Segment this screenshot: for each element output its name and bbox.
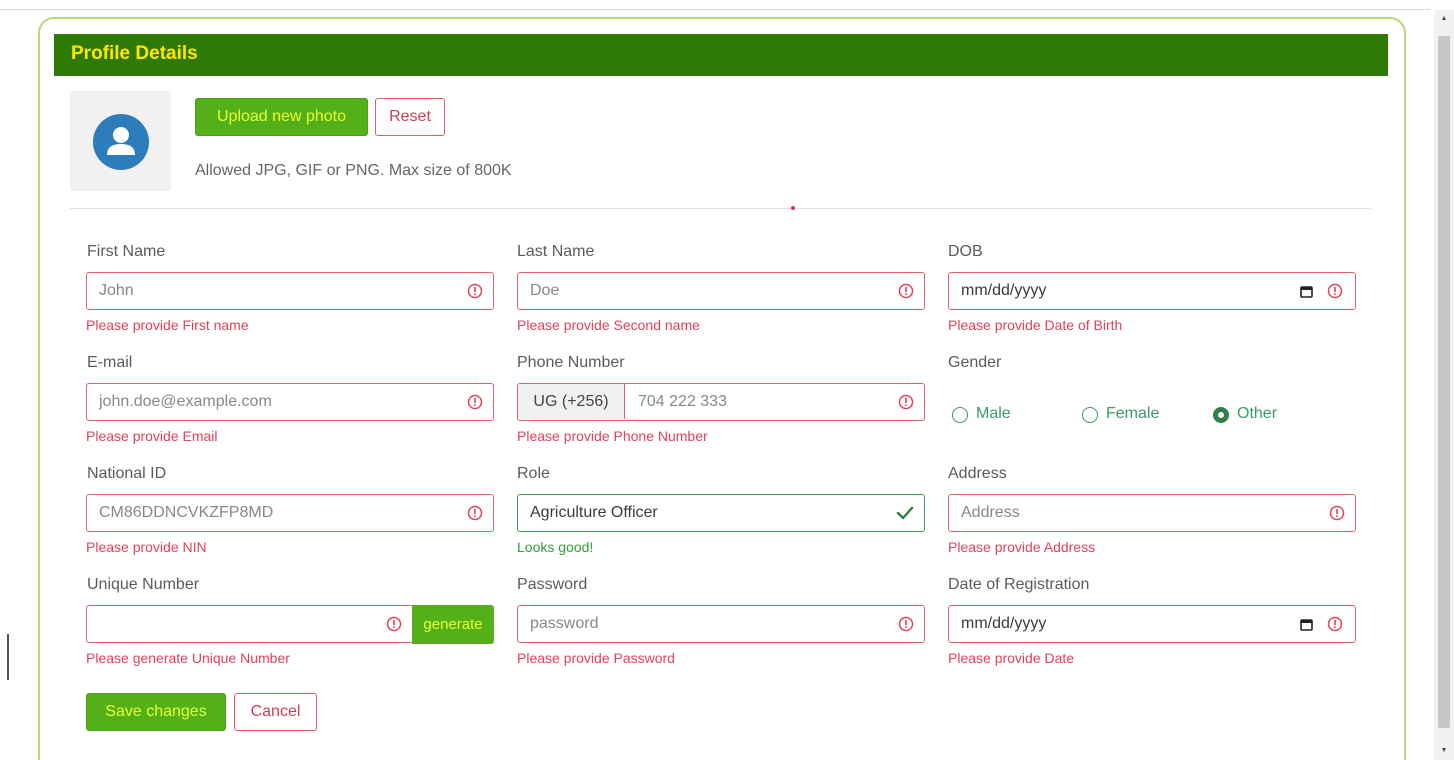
role-value: Agriculture Officer — [530, 504, 658, 521]
section-divider — [70, 208, 1371, 209]
last-name-error: Please provide Second name — [517, 317, 700, 333]
address-label: Address — [948, 465, 1007, 482]
error-icon — [1329, 505, 1345, 521]
first-name-label: First Name — [87, 243, 166, 260]
unique-number-error: Please generate Unique Number — [86, 650, 290, 666]
error-icon — [1327, 616, 1343, 632]
text-cursor-mark — [7, 634, 9, 680]
error-icon — [386, 616, 402, 632]
last-name-value: Doe — [530, 282, 560, 299]
last-name-field[interactable]: Doe — [517, 272, 925, 310]
password-field[interactable]: password — [517, 605, 925, 643]
password-placeholder: password — [530, 615, 599, 632]
scroll-down-icon[interactable]: ▼ — [1434, 742, 1454, 760]
phone-label: Phone Number — [517, 354, 625, 371]
vertical-scrollbar[interactable]: ▲ ▼ — [1434, 10, 1454, 760]
gender-female-label: Female — [1106, 405, 1160, 422]
role-label: Role — [517, 465, 550, 482]
scroll-thumb[interactable] — [1438, 36, 1450, 728]
password-error: Please provide Password — [517, 650, 675, 666]
generate-button[interactable]: generate — [412, 605, 494, 644]
cancel-button[interactable]: Cancel — [234, 693, 317, 731]
email-error: Please provide Email — [86, 428, 218, 444]
red-dot — [791, 206, 795, 210]
user-icon — [93, 114, 149, 170]
error-icon — [1327, 283, 1343, 299]
save-changes-button[interactable]: Save changes — [86, 693, 226, 731]
email-label: E-mail — [87, 354, 133, 371]
last-name-label: Last Name — [517, 243, 595, 260]
error-icon — [898, 283, 914, 299]
address-error: Please provide Address — [948, 539, 1096, 555]
phone-country-prefix: UG (+256) — [518, 384, 625, 419]
first-name-error: Please provide First name — [86, 317, 249, 333]
radio-female[interactable] — [1082, 407, 1098, 423]
first-name-value: John — [99, 282, 134, 299]
calendar-icon[interactable] — [1300, 618, 1313, 631]
error-icon — [898, 394, 914, 410]
phone-error: Please provide Phone Number — [517, 428, 708, 444]
gender-radio-male[interactable]: Male — [952, 405, 1032, 425]
registration-date-value: mm/dd/yyyy — [961, 615, 1047, 632]
photo-hint: Allowed JPG, GIF or PNG. Max size of 800… — [195, 162, 512, 179]
top-divider — [0, 9, 1430, 10]
national-id-value: CM86DDNCVKZFP8MD — [99, 504, 274, 521]
email-value: john.doe@example.com — [99, 393, 272, 410]
upload-photo-button[interactable]: Upload new photo — [195, 98, 368, 136]
national-id-field[interactable]: CM86DDNCVKZFP8MD — [86, 494, 494, 532]
role-feedback: Looks good! — [517, 539, 594, 555]
avatar — [70, 91, 171, 191]
radio-male[interactable] — [952, 407, 968, 423]
error-icon — [898, 616, 914, 632]
registration-date-field[interactable]: mm/dd/yyyy — [948, 605, 1356, 643]
password-label: Password — [517, 576, 588, 593]
registration-date-error: Please provide Date — [948, 650, 1075, 666]
gender-radio-other[interactable]: Other — [1213, 405, 1293, 425]
phone-value: 704 222 333 — [638, 393, 727, 410]
address-field[interactable]: Address — [948, 494, 1356, 532]
radio-other[interactable] — [1213, 407, 1229, 423]
scroll-up-icon[interactable]: ▲ — [1434, 10, 1454, 28]
card-header: Profile Details — [54, 34, 1388, 76]
calendar-icon[interactable] — [1300, 285, 1313, 298]
registration-date-label: Date of Registration — [948, 576, 1090, 593]
address-placeholder: Address — [961, 504, 1020, 521]
check-icon — [896, 506, 914, 520]
gender-label: Gender — [948, 354, 1002, 371]
dob-value: mm/dd/yyyy — [961, 282, 1047, 299]
unique-number-label: Unique Number — [87, 576, 200, 593]
national-id-label: National ID — [87, 465, 167, 482]
error-icon — [467, 283, 483, 299]
page-title: Profile Details — [71, 43, 198, 64]
national-id-error: Please provide NIN — [86, 539, 207, 555]
role-select[interactable]: Agriculture Officer — [517, 494, 925, 532]
reset-photo-button[interactable]: Reset — [375, 98, 445, 136]
gender-other-label: Other — [1237, 405, 1278, 422]
dob-label: DOB — [948, 243, 983, 260]
email-field[interactable]: john.doe@example.com — [86, 383, 494, 421]
phone-field[interactable]: UG (+256) 704 222 333 — [517, 383, 925, 421]
error-icon — [467, 394, 483, 410]
dob-field[interactable]: mm/dd/yyyy — [948, 272, 1356, 310]
first-name-field[interactable]: John — [86, 272, 494, 310]
dob-error: Please provide Date of Birth — [948, 317, 1123, 333]
gender-male-label: Male — [976, 405, 1011, 422]
unique-number-field[interactable] — [86, 605, 414, 643]
error-icon — [467, 505, 483, 521]
gender-radio-female[interactable]: Female — [1082, 405, 1182, 425]
